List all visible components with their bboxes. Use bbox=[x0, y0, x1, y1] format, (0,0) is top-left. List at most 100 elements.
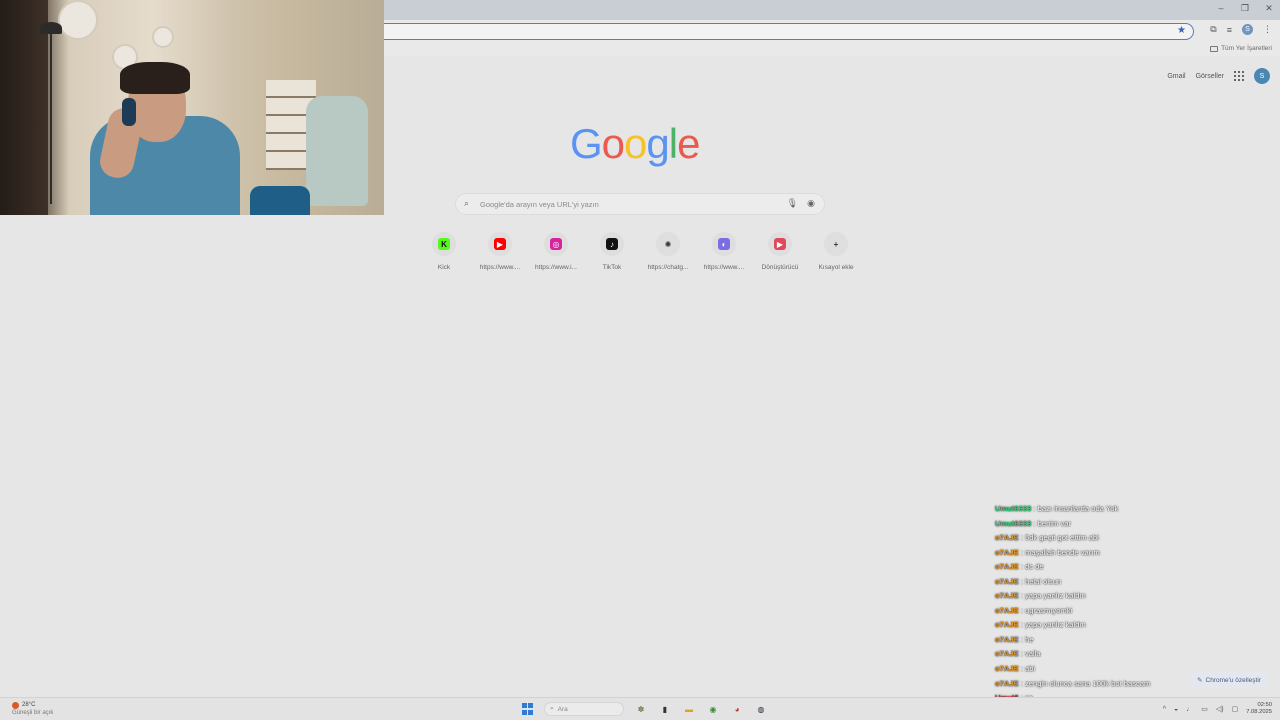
all-bookmarks-button[interactable]: Tüm Yer İşaretleri bbox=[1210, 45, 1272, 52]
webcam-wall-plate bbox=[58, 0, 98, 40]
close-icon[interactable]: ✕ bbox=[1264, 3, 1274, 14]
webcam-chair bbox=[306, 96, 368, 206]
google-logo-letter: l bbox=[668, 120, 678, 167]
bookmark-star-icon[interactable]: ★ bbox=[1177, 25, 1186, 36]
shortcut-tile[interactable]: ♪ TikTok bbox=[584, 232, 640, 271]
weather-temperature: 28°C bbox=[22, 702, 36, 708]
shortcut-tile[interactable]: ▶ Dönüştürücü bbox=[752, 232, 808, 271]
images-link[interactable]: Görseller bbox=[1196, 73, 1224, 80]
shortcut-label: Kısayol ekle bbox=[818, 264, 854, 271]
shortcut-glyph: ✺ bbox=[662, 238, 674, 250]
shortcut-label: https://www.i... bbox=[535, 264, 577, 271]
shortcut-tile[interactable]: ▶ https://www.... bbox=[472, 232, 528, 271]
chat-message: o7AJE : dc de bbox=[995, 560, 1275, 575]
system-tray: ^ ◒ ♩ ▭ ◁) ▢ 02:50 7.08.2025 bbox=[1163, 702, 1272, 716]
chat-username: o7AJE bbox=[995, 576, 1019, 586]
minimize-icon[interactable]: – bbox=[1216, 3, 1226, 14]
volume-icon[interactable]: ◁) bbox=[1216, 705, 1224, 713]
file-explorer-icon[interactable]: ▬ bbox=[682, 702, 696, 716]
chat-username: o7AJE bbox=[995, 620, 1019, 630]
menu-kebab-icon[interactable]: ⋮ bbox=[1263, 24, 1272, 35]
all-bookmarks-label: Tüm Yer İşaretleri bbox=[1221, 45, 1272, 52]
customize-chrome-button[interactable]: ✎ Chrome'u özelleştir bbox=[1188, 672, 1270, 688]
taskbar-clock[interactable]: 02:50 7.08.2025 bbox=[1246, 702, 1272, 716]
shortcut-tile[interactable]: ✺ https://chatg... bbox=[640, 232, 696, 271]
address-bar[interactable]: ★ bbox=[384, 23, 1194, 40]
google-search-box[interactable]: ⌕ Google'da arayın veya URL'yi yazın 🎙 ◉ bbox=[455, 193, 825, 215]
task-view-icon[interactable]: ▮ bbox=[658, 702, 672, 716]
webcam-lamp bbox=[40, 22, 62, 34]
google-lens-icon[interactable]: ◉ bbox=[807, 198, 815, 209]
shortcut-label: https://chatg... bbox=[647, 264, 689, 271]
chat-username: o7AJE bbox=[995, 591, 1019, 601]
profile-icon[interactable]: S bbox=[1242, 24, 1253, 35]
toolbar-icons: ⧉ ≡ S ⋮ bbox=[1210, 24, 1272, 35]
extensions-icon[interactable]: ⧉ bbox=[1210, 24, 1216, 35]
tray-app-icon[interactable]: ◒ bbox=[1174, 706, 1178, 713]
shortcut-label: Dönüştürücü bbox=[761, 264, 799, 271]
shortcut-glyph: ♪ bbox=[606, 238, 618, 250]
media-controls-icon[interactable]: ≡ bbox=[1227, 25, 1232, 35]
chat-message: Umut6333 : benim var bbox=[995, 517, 1275, 532]
shortcut-glyph: ◐ bbox=[718, 238, 730, 250]
account-avatar[interactable]: S bbox=[1254, 68, 1270, 84]
folder-icon bbox=[1210, 45, 1219, 52]
monitor-icon[interactable]: ▭ bbox=[1201, 705, 1208, 713]
search-icon: ⌕ bbox=[464, 198, 470, 208]
shortcut-tile[interactable]: ◐ https://www.... bbox=[696, 232, 752, 271]
chat-username: o7AJE bbox=[995, 605, 1019, 615]
webcam-phone bbox=[122, 98, 136, 126]
weather-widget[interactable]: 28°C Güneşli bir açık bbox=[12, 701, 53, 717]
shortcut-tile[interactable]: ◎ https://www.i... bbox=[528, 232, 584, 271]
taskbar-apps: ⌕ Ara ✽ ▮ ▬ ◉ ◕ ◍ bbox=[522, 702, 768, 716]
windows-start-icon[interactable] bbox=[522, 703, 534, 715]
shortcut-favicon-icon: ♪ bbox=[600, 232, 624, 256]
chevron-up-icon[interactable]: ^ bbox=[1163, 706, 1166, 713]
widget-app-icon[interactable]: ✽ bbox=[634, 702, 648, 716]
page: – ❐ ✕ ★ ⧉ ≡ S ⋮ Tüm Yer İşaretleri Gmail… bbox=[0, 0, 1280, 720]
app-icon[interactable]: ◕ bbox=[730, 702, 744, 716]
shortcut-label: https://www.... bbox=[479, 264, 521, 271]
shortcut-glyph: ▶ bbox=[494, 238, 506, 250]
shortcut-tile[interactable]: K Kick bbox=[416, 232, 472, 271]
google-logo-letter: G bbox=[570, 120, 603, 167]
chat-text: : zengin olunca sana 100k bot bascam bbox=[1018, 678, 1151, 688]
microphone-icon[interactable]: 🎙 bbox=[787, 198, 798, 209]
chat-username: Umut6333 bbox=[995, 518, 1032, 528]
display-icon[interactable]: ▢ bbox=[1232, 705, 1239, 713]
webcam-overlay bbox=[0, 0, 384, 215]
shortcut-favicon-icon: ▶ bbox=[768, 232, 792, 256]
chat-text: : maşallah bende varım bbox=[1018, 547, 1100, 557]
chat-username: o7AJE bbox=[995, 562, 1019, 572]
google-apps-icon[interactable] bbox=[1234, 71, 1244, 81]
google-logo-letter: e bbox=[677, 120, 700, 167]
shortcut-label: https://www.... bbox=[703, 264, 745, 271]
shortcut-glyph: K bbox=[438, 238, 450, 250]
shortcut-favicon-icon: K bbox=[432, 232, 456, 256]
chat-text: : helal olsun bbox=[1018, 576, 1062, 586]
chat-text: : bazı insanlarda oda Yok bbox=[1031, 504, 1119, 513]
clock-time: 02:50 bbox=[1257, 702, 1272, 708]
chat-username: o7AJE bbox=[995, 678, 1019, 688]
taskbar-search-placeholder: Ara bbox=[557, 705, 568, 713]
taskbar-search[interactable]: ⌕ Ara bbox=[544, 702, 624, 716]
webcam-wall-plate bbox=[152, 26, 174, 48]
window-controls: – ❐ ✕ bbox=[1216, 3, 1274, 14]
shortcut-tile[interactable]: + Kısayol ekle bbox=[808, 232, 864, 271]
chrome-icon[interactable]: ◉ bbox=[706, 702, 720, 716]
chat-message: o7AJE : yapa yanlız kaldın bbox=[995, 618, 1275, 633]
google-logo-letter: o bbox=[601, 120, 625, 167]
restore-icon[interactable]: ❐ bbox=[1240, 3, 1250, 14]
chat-message: o7AJE : ugrasmıyomki bbox=[995, 604, 1275, 619]
clock-date: 7.08.2025 bbox=[1246, 709, 1272, 715]
search-placeholder: Google'da arayın veya URL'yi yazın bbox=[480, 200, 599, 209]
shortcut-glyph: + bbox=[830, 238, 842, 250]
chat-message: o7AJE : he bbox=[995, 633, 1275, 648]
gmail-link[interactable]: Gmail bbox=[1167, 73, 1185, 80]
chat-text: : ugrasmıyomki bbox=[1018, 605, 1073, 615]
shortcut-favicon-icon: ✺ bbox=[656, 232, 680, 256]
microphone-icon[interactable]: ♩ bbox=[1186, 706, 1193, 713]
chat-text: : yapa yanlız kaldın bbox=[1018, 591, 1086, 601]
shortcuts-grid: K Kick ▶ https://www.... ◎ https://www.i... ♪ T… bbox=[416, 232, 864, 276]
steam-icon[interactable]: ◍ bbox=[754, 702, 768, 716]
